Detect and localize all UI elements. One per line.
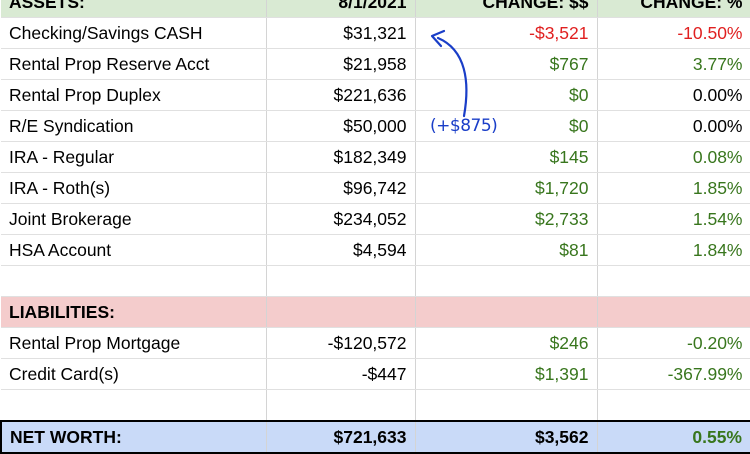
net-worth-value[interactable]: $721,633	[266, 419, 416, 454]
cell-pct[interactable]: 1.54%	[597, 203, 750, 235]
cell-value[interactable]: -$447	[266, 358, 416, 390]
net-worth-change[interactable]: $3,562	[415, 419, 598, 454]
cell-change[interactable]: $81	[415, 234, 598, 266]
cell-value[interactable]: $96,742	[266, 172, 416, 204]
net-worth-pct[interactable]: 0.55%	[597, 419, 750, 454]
cell-value[interactable]: $31,321	[266, 17, 416, 49]
empty-cell[interactable]	[415, 265, 598, 297]
annotation-note: (+$875)	[430, 116, 498, 136]
table-row: Credit Card(s) -$447 $1,391 -367.99%	[1, 358, 750, 390]
cell-pct[interactable]: 0.08%	[597, 141, 750, 173]
table-row: HSA Account $4,594 $81 1.84%	[1, 234, 750, 266]
header-change-percent[interactable]: CHANGE: %	[597, 0, 750, 18]
cell-change[interactable]: $145	[415, 141, 598, 173]
table-row: Checking/Savings CASH $31,321 -$3,521 -1…	[1, 17, 750, 49]
header-change-dollars[interactable]: CHANGE: $$	[415, 0, 598, 18]
cell-name[interactable]: Joint Brokerage	[1, 203, 267, 235]
cell-name[interactable]: Rental Prop Reserve Acct	[1, 48, 267, 80]
header-assets[interactable]: ASSETS:	[1, 0, 267, 18]
empty-cell[interactable]	[266, 265, 416, 297]
empty-cell[interactable]	[1, 265, 267, 297]
empty-cell[interactable]	[1, 389, 267, 421]
assets-header-row: ASSETS: 8/1/2021 CHANGE: $$ CHANGE: %	[1, 0, 750, 18]
cell-name[interactable]: Credit Card(s)	[1, 358, 267, 390]
blank-row	[1, 389, 750, 421]
blank-row	[1, 265, 750, 297]
cell-change[interactable]: $1,720	[415, 172, 598, 204]
cell-change[interactable]: $246	[415, 327, 598, 359]
liabilities-header-row: LIABILITIES:	[1, 296, 750, 328]
cell-name[interactable]: IRA - Regular	[1, 141, 267, 173]
table-row: Rental Prop Reserve Acct $21,958 $767 3.…	[1, 48, 750, 80]
cell-value[interactable]: $21,958	[266, 48, 416, 80]
header-date[interactable]: 8/1/2021	[266, 0, 416, 18]
cell-name[interactable]: Checking/Savings CASH	[1, 17, 267, 49]
cell-pct[interactable]: -367.99%	[597, 358, 750, 390]
cell-value[interactable]: $182,349	[266, 141, 416, 173]
header-liabilities[interactable]: LIABILITIES:	[1, 296, 267, 328]
cell-name[interactable]: R/E Syndication	[1, 110, 267, 142]
empty-cell[interactable]	[597, 265, 750, 297]
empty-cell[interactable]	[415, 389, 598, 421]
cell-pct[interactable]: 0.00%	[597, 110, 750, 142]
cell-pct[interactable]: 0.00%	[597, 79, 750, 111]
empty-cell[interactable]	[266, 296, 416, 328]
table-row: IRA - Roth(s) $96,742 $1,720 1.85%	[1, 172, 750, 204]
cell-change[interactable]: $1,391	[415, 358, 598, 390]
cell-pct[interactable]: 1.84%	[597, 234, 750, 266]
cell-pct[interactable]: -10.50%	[597, 17, 750, 49]
cell-change[interactable]: $2,733	[415, 203, 598, 235]
cell-value[interactable]: $221,636	[266, 79, 416, 111]
table-row: Rental Prop Duplex $221,636 $0 0.00%	[1, 79, 750, 111]
cell-name[interactable]: Rental Prop Mortgage	[1, 327, 267, 359]
cell-name[interactable]: Rental Prop Duplex	[1, 79, 267, 111]
cell-value[interactable]: -$120,572	[266, 327, 416, 359]
empty-cell[interactable]	[266, 389, 416, 421]
cell-name[interactable]: HSA Account	[1, 234, 267, 266]
cell-pct[interactable]: -0.20%	[597, 327, 750, 359]
net-worth-table: ASSETS: 8/1/2021 CHANGE: $$ CHANGE: % Ch…	[0, 0, 750, 454]
net-worth-label[interactable]: NET WORTH:	[0, 419, 267, 454]
cell-pct[interactable]: 3.77%	[597, 48, 750, 80]
table-row: Rental Prop Mortgage -$120,572 $246 -0.2…	[1, 327, 750, 359]
spreadsheet: ASSETS: 8/1/2021 CHANGE: $$ CHANGE: % Ch…	[0, 0, 750, 454]
cell-value[interactable]: $4,594	[266, 234, 416, 266]
table-row: Joint Brokerage $234,052 $2,733 1.54%	[1, 203, 750, 235]
annotation-arrow-icon	[430, 29, 468, 118]
cell-name[interactable]: IRA - Roth(s)	[1, 172, 267, 204]
empty-cell[interactable]	[597, 296, 750, 328]
table-row: R/E Syndication $50,000 $0 0.00%	[1, 110, 750, 142]
cell-value[interactable]: $50,000	[266, 110, 416, 142]
cell-value[interactable]: $234,052	[266, 203, 416, 235]
net-worth-row: NET WORTH: $721,633 $3,562 0.55%	[0, 419, 750, 454]
empty-cell[interactable]	[415, 296, 598, 328]
empty-cell[interactable]	[597, 389, 750, 421]
cell-pct[interactable]: 1.85%	[597, 172, 750, 204]
table-row: IRA - Regular $182,349 $145 0.08%	[1, 141, 750, 173]
